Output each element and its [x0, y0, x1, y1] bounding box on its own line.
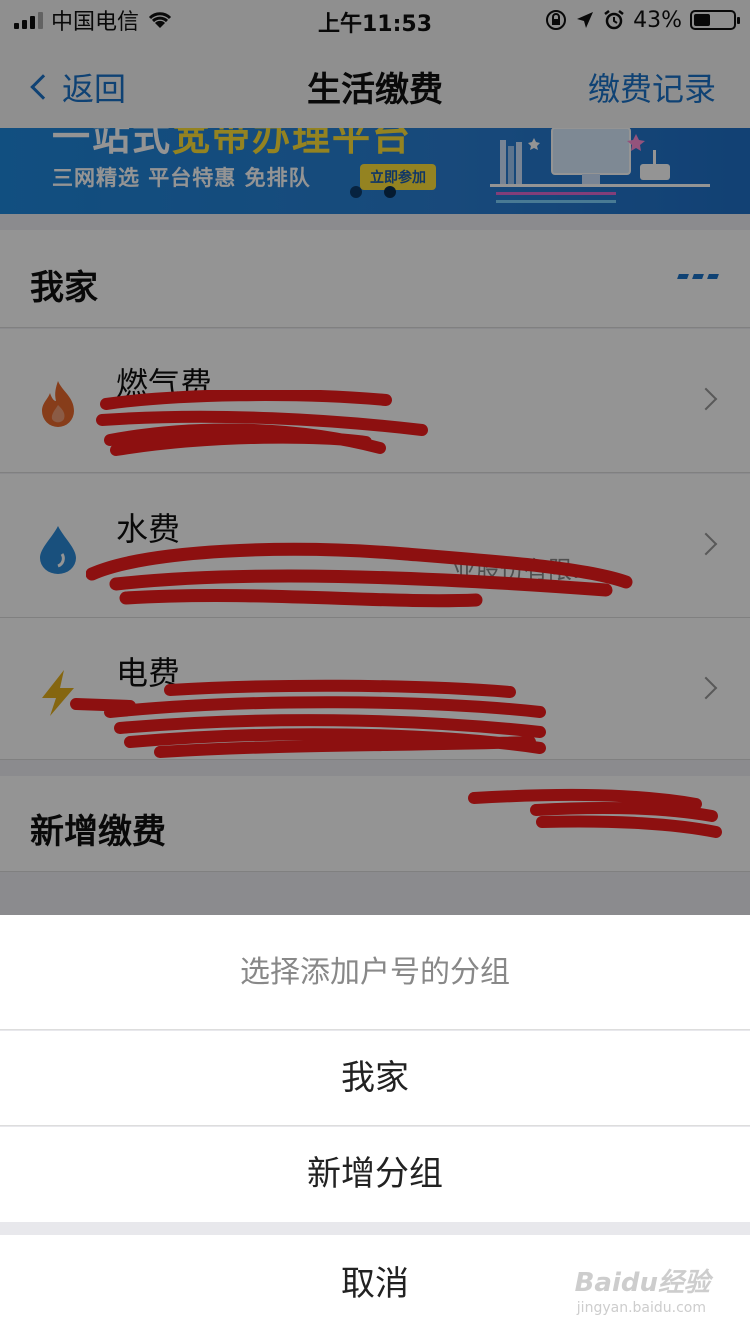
group-option-wojia[interactable]: 我家 — [0, 1031, 750, 1126]
watermark-brand: Baidu经验 — [574, 1268, 710, 1298]
action-sheet-title: 选择添加户号的分组 — [0, 915, 750, 1030]
group-option-add-group[interactable]: 新增分组 — [0, 1127, 750, 1222]
watermark-url: jingyan.baidu.com — [576, 1300, 706, 1316]
